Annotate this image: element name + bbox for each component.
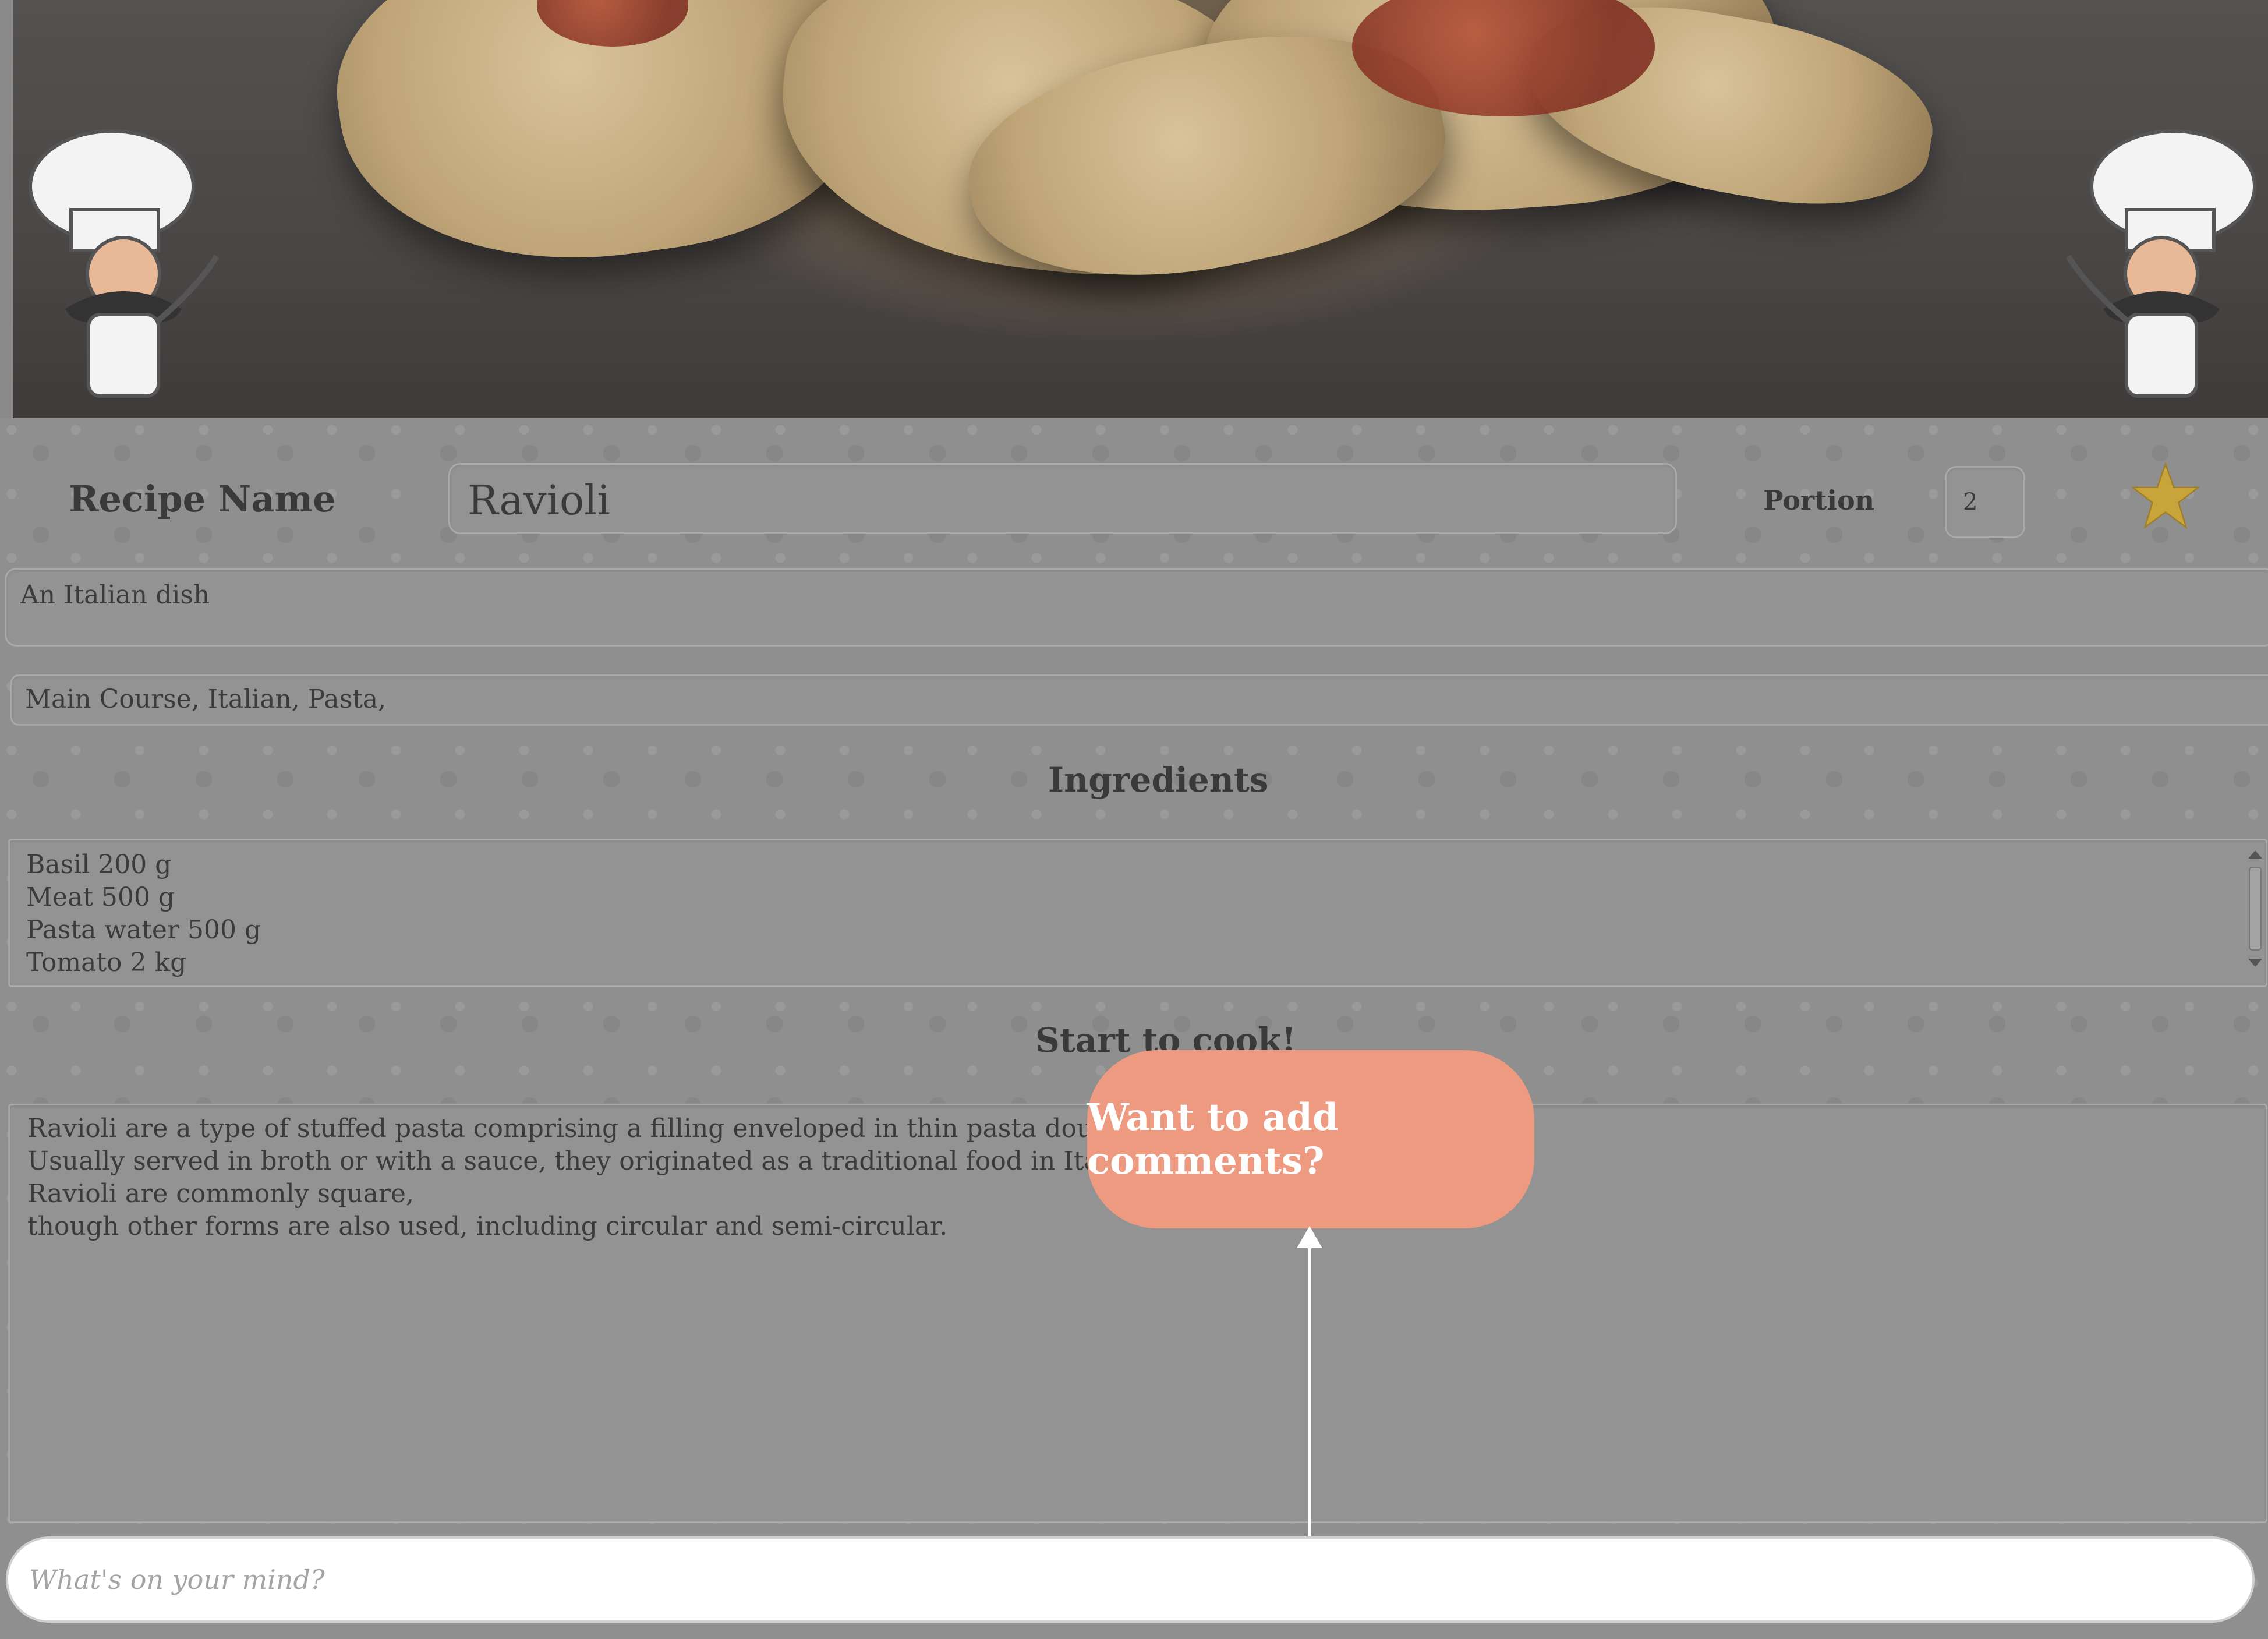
portion-input[interactable]: 2 bbox=[1945, 466, 2025, 538]
recipe-name-label: Recipe Name bbox=[69, 478, 336, 520]
portion-value: 2 bbox=[1963, 489, 1978, 515]
recipe-name-input[interactable]: Ravioli bbox=[448, 463, 1677, 534]
star-icon[interactable] bbox=[2131, 461, 2200, 530]
portion-label: Portion bbox=[1763, 485, 1875, 516]
tooltip-arrow-line bbox=[1308, 1244, 1311, 1546]
hero-image bbox=[13, 0, 2268, 418]
chef-icon bbox=[2065, 129, 2256, 398]
recipe-name-value: Ravioli bbox=[468, 476, 610, 524]
comment-box[interactable] bbox=[6, 1536, 2255, 1623]
description-input[interactable]: An Italian dish bbox=[5, 568, 2268, 647]
ingredients-scrollbar[interactable] bbox=[2247, 850, 2263, 973]
ingredient-item: Basil 200 g bbox=[26, 850, 172, 879]
tags-input[interactable]: Main Course, Italian, Pasta, bbox=[10, 674, 2268, 726]
ingredient-item: Tomato 2 kg bbox=[26, 948, 187, 977]
description-value: An Italian dish bbox=[20, 580, 210, 610]
ingredients-list[interactable]: Basil 200 g Meat 500 g Pasta water 500 g… bbox=[8, 839, 2267, 987]
chef-icon bbox=[29, 129, 220, 398]
comment-input[interactable] bbox=[8, 1539, 2252, 1620]
ingredients-heading: Ingredients bbox=[1048, 760, 1269, 800]
comments-tooltip-text: Want to add comments? bbox=[1087, 1096, 1339, 1183]
ingredient-item: Meat 500 g bbox=[26, 882, 175, 912]
ingredient-item: Pasta water 500 g bbox=[26, 915, 261, 945]
tags-value: Main Course, Italian, Pasta, bbox=[25, 684, 387, 714]
comments-tooltip[interactable]: Want to add comments? bbox=[1087, 1050, 1534, 1228]
